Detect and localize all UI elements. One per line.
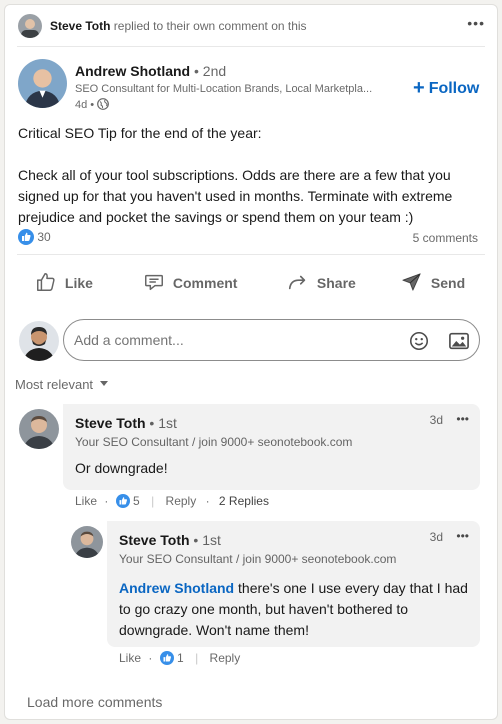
plus-icon: +: [413, 77, 425, 99]
comment-button[interactable]: Comment: [143, 271, 237, 293]
comment-headline: Your SEO Consultant / join 9000+ seonote…: [75, 435, 353, 449]
send-label: Send: [430, 275, 466, 291]
comment-reaction-count[interactable]: 5: [133, 494, 140, 508]
comment-like-button[interactable]: Like: [75, 494, 97, 508]
comment-actions: Like · 5 | Reply · 2 Replies: [75, 494, 269, 508]
share-label: Share: [316, 275, 356, 291]
comment-input[interactable]: [74, 328, 394, 352]
feed-post-card: Steve Toth replied to their own comment …: [4, 4, 498, 720]
comment-degree: • 1st: [149, 415, 177, 431]
reply-avatar[interactable]: [71, 526, 103, 558]
like-label: Like: [64, 275, 93, 291]
load-more-comments-button[interactable]: Load more comments: [27, 694, 162, 710]
counts-divider: [17, 254, 485, 255]
post-body-line: Check all of your tool subscriptions. Od…: [18, 167, 451, 183]
comment-bubble: Steve Toth • 1st Your SEO Consultant / j…: [63, 404, 480, 490]
like-reaction-icon: [18, 229, 34, 245]
share-button[interactable]: Share: [287, 271, 356, 293]
like-button[interactable]: Like: [35, 271, 93, 293]
send-icon: [402, 273, 421, 291]
reply-bubble: Steve Toth • 1st Your SEO Consultant / j…: [107, 521, 480, 647]
reply-time: 3d: [429, 530, 443, 544]
connection-degree: • 2nd: [194, 63, 227, 79]
comment-time: 3d: [429, 413, 443, 427]
post-more-button[interactable]: •••: [467, 15, 485, 31]
author-headline: SEO Consultant for Multi-Location Brands…: [75, 83, 373, 95]
header-divider: [17, 46, 485, 47]
post-time: 4d •: [75, 99, 95, 111]
post-body-line: Critical SEO Tip for the end of the year…: [18, 125, 262, 141]
emoji-icon[interactable]: [408, 330, 430, 352]
reply-text-line: downgrade. Won't name them!: [119, 622, 309, 638]
reply-like-button[interactable]: Like: [119, 651, 141, 665]
post-body-line: prejudice and pocket the savings or spen…: [18, 209, 414, 225]
like-reaction-icon: [159, 651, 174, 665]
comment-label: Comment: [172, 275, 238, 291]
comment-author-line: Steve Toth • 1st: [75, 415, 177, 431]
reactions-summary[interactable]: 30: [18, 229, 51, 245]
reply-author-line: Steve Toth • 1st: [119, 532, 221, 548]
actor-avatar[interactable]: [18, 14, 42, 38]
post-meta: 4d •: [75, 98, 110, 111]
share-icon: [288, 275, 306, 290]
comment-more-button[interactable]: •••: [456, 412, 469, 426]
sort-label: Most relevant: [15, 377, 94, 392]
send-button[interactable]: Send: [401, 271, 465, 293]
reply-reaction-count[interactable]: 1: [177, 651, 184, 665]
author-name[interactable]: Andrew Shotland: [75, 63, 190, 79]
reply-author[interactable]: Steve Toth: [119, 532, 190, 548]
follow-button[interactable]: + Follow: [413, 77, 479, 100]
activity-line: Steve Toth replied to their own comment …: [50, 19, 307, 33]
reply-text-line: there's one I use every day that I had: [234, 580, 468, 596]
author-avatar[interactable]: [18, 59, 67, 108]
actor-name[interactable]: Steve Toth: [50, 19, 110, 33]
actor-action: replied to their own comment on this: [113, 19, 307, 33]
caret-down-icon: [99, 381, 108, 386]
comment-input-box[interactable]: [63, 319, 480, 361]
reactions-count: 30: [37, 230, 51, 244]
post-body: Critical SEO Tip for the end of the year…: [18, 123, 452, 228]
reply-degree: • 1st: [193, 532, 221, 548]
thumbs-up-icon: [37, 273, 55, 291]
reply-reply-button[interactable]: Reply: [210, 651, 241, 665]
reply-text-line: to go crazy one month, but haven't bothe…: [119, 601, 409, 617]
reply-more-button[interactable]: •••: [456, 529, 469, 543]
viewer-avatar[interactable]: [19, 321, 59, 361]
comment-text: Or downgrade!: [75, 460, 168, 476]
comment-author[interactable]: Steve Toth: [75, 415, 146, 431]
comment-icon: [145, 274, 163, 291]
comments-count[interactable]: 5 comments: [413, 231, 478, 245]
like-reaction-icon: [115, 494, 130, 508]
post-body-line: signed up for that you haven't used in m…: [18, 188, 453, 204]
reply-text: Andrew Shotland there's one I use every …: [119, 578, 468, 641]
sort-dropdown[interactable]: Most relevant: [15, 377, 109, 392]
globe-icon: [97, 98, 110, 110]
comment-avatar[interactable]: [19, 409, 59, 449]
follow-label: Follow: [428, 80, 480, 97]
comment-reply-button[interactable]: Reply: [166, 494, 197, 508]
reply-headline: Your SEO Consultant / join 9000+ seonote…: [119, 552, 397, 566]
image-icon[interactable]: [448, 331, 470, 351]
author-line: Andrew Shotland • 2nd: [75, 63, 226, 79]
reply-actions: Like · 1 | Reply: [119, 651, 241, 665]
comment-replies-link[interactable]: 2 Replies: [219, 494, 269, 508]
mention-link[interactable]: Andrew Shotland: [119, 580, 234, 596]
